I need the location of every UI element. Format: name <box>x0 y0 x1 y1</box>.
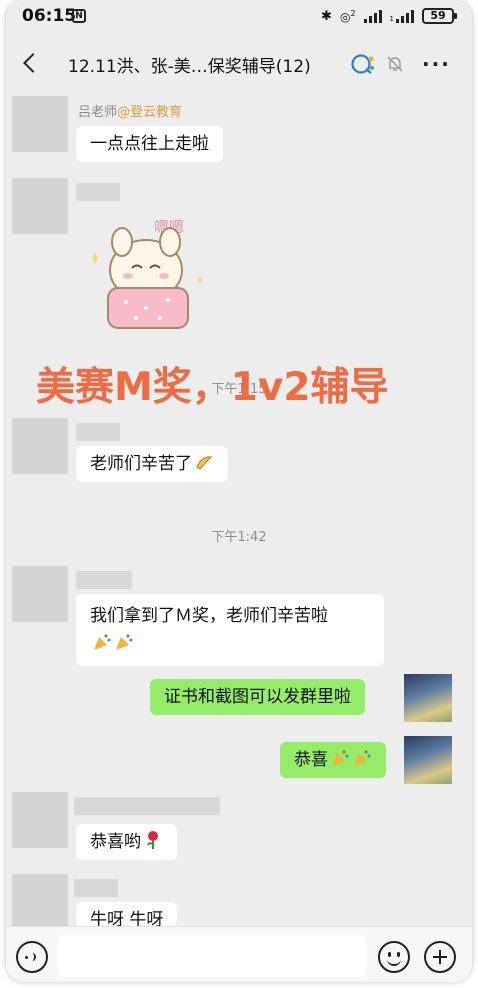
bunny-sticker[interactable]: 嗯嗯 <box>86 208 216 338</box>
plus-icon[interactable] <box>424 941 456 973</box>
signal-icon-2: 1 <box>390 9 414 23</box>
emoji-icon[interactable] <box>378 941 410 973</box>
wecom-icon[interactable] <box>350 53 376 75</box>
sender-name-text: 吕老师 <box>78 105 118 120</box>
chat-title: 12.11洪、张-美…保奖辅导(12) <box>68 57 311 77</box>
avatar[interactable] <box>12 96 68 152</box>
sender-org: @登云教育 <box>117 105 183 120</box>
nfc-icon: N <box>72 9 86 23</box>
back-icon[interactable] <box>18 50 44 76</box>
message-bubble[interactable]: 恭喜哟 <box>76 824 177 860</box>
message-bubble[interactable]: 一点点往上走啦 <box>76 126 223 162</box>
message-bubble-outgoing[interactable]: 证书和截图可以发群里啦 <box>150 679 365 715</box>
party-popper-icon <box>332 750 349 766</box>
message-input[interactable] <box>58 935 366 977</box>
avatar[interactable] <box>12 874 68 930</box>
input-bar <box>6 926 472 982</box>
hotspot-count: 2 <box>350 8 356 18</box>
party-popper-icon <box>116 634 133 650</box>
status-bar: 06:15 N ✱ ◎2 1 59 <box>6 0 472 34</box>
sender-name: 吕老师@登云教育 <box>78 101 182 120</box>
message-text: 老师们辛苦了 <box>90 454 192 474</box>
avatar[interactable] <box>12 792 68 848</box>
message-bubble[interactable]: 老师们辛苦了 <box>76 446 228 482</box>
rose-emoji-icon <box>147 831 158 849</box>
hotspot-icon: ◎2 <box>339 8 356 24</box>
message-bubble[interactable]: 牛呀 牛呀 <box>76 902 178 926</box>
promo-overlay-text: 美赛M奖，1v2辅导 <box>36 365 389 410</box>
message-bubble[interactable]: 我们拿到了Ｍ奖，老师们辛苦啦 <box>76 594 384 666</box>
message-bubble-outgoing[interactable]: 恭喜 <box>280 742 386 778</box>
chat-header: 12.11洪、张-美…保奖辅导(12) ··· <box>6 40 472 90</box>
my-avatar[interactable] <box>404 674 452 722</box>
status-time: 06:15 <box>22 6 77 26</box>
message-text: 恭喜 <box>294 750 328 770</box>
sender-name-placeholder <box>76 423 120 441</box>
avatar[interactable] <box>12 566 68 622</box>
avatar[interactable] <box>12 418 68 474</box>
voice-icon[interactable] <box>16 941 48 973</box>
sender-name-placeholder <box>74 879 118 897</box>
battery-icon: 59 <box>422 8 457 24</box>
phone-frame: 06:15 N ✱ ◎2 1 59 12.11洪、张-美…保奖辅导(12) ··… <box>6 0 472 982</box>
message-text: 恭喜哟 <box>90 832 141 852</box>
message-text: 我们拿到了Ｍ奖，老师们辛苦啦 <box>90 606 328 626</box>
timestamp: 下午1:42 <box>211 530 267 545</box>
mute-bell-icon <box>387 56 403 72</box>
avatar[interactable] <box>12 178 68 234</box>
signal-icon <box>363 9 382 23</box>
party-popper-icon <box>94 634 111 650</box>
sender-name-placeholder <box>74 797 220 815</box>
bluetooth-icon: ✱ <box>321 8 332 24</box>
party-popper-icon <box>354 750 371 766</box>
more-icon[interactable]: ··· <box>422 52 451 76</box>
sender-name-placeholder <box>76 571 132 589</box>
my-avatar[interactable] <box>404 736 452 784</box>
clap-emoji-icon <box>196 456 213 470</box>
signal-sim: 1 <box>389 15 394 23</box>
sender-name-placeholder <box>76 183 120 201</box>
